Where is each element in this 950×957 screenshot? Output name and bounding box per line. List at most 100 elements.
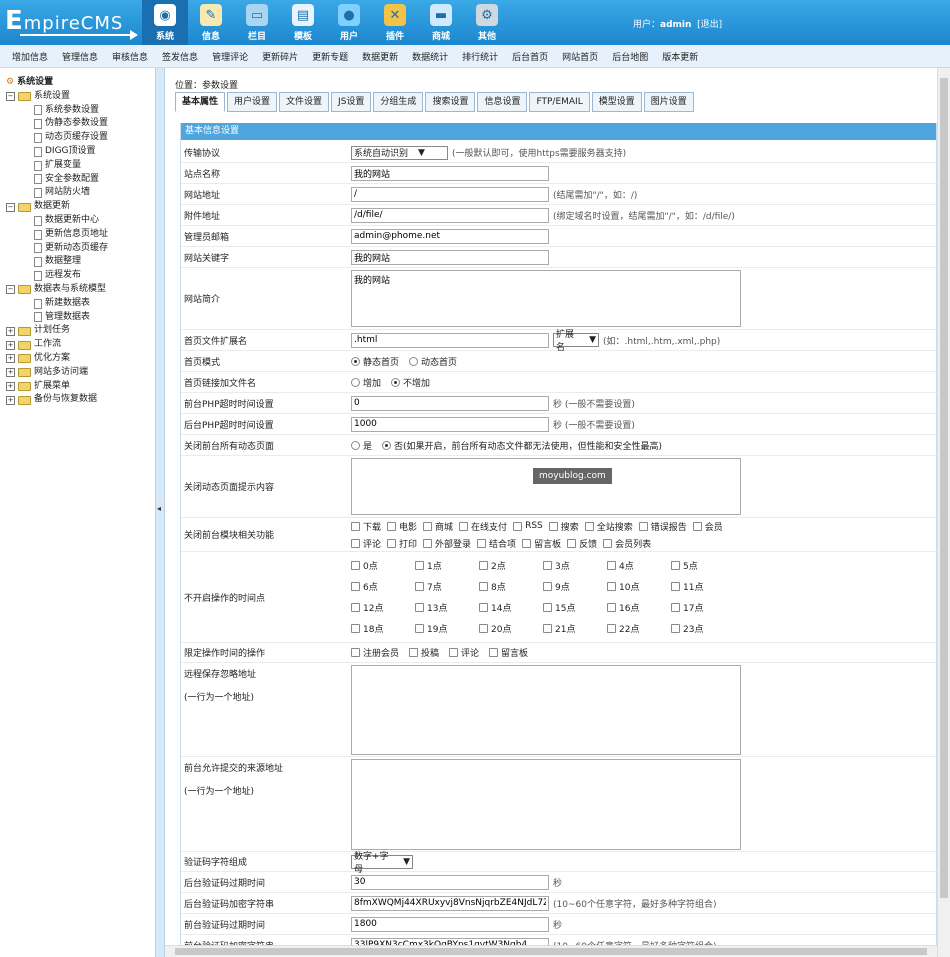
tab-4[interactable]: 分组生成 — [373, 92, 424, 112]
close_modules-checkbox[interactable]: 打印 — [387, 537, 417, 550]
quick-menu-item[interactable]: 管理信息 — [62, 50, 98, 63]
checkbox[interactable] — [387, 521, 397, 531]
sidebar-splitter[interactable]: ◂ — [155, 68, 165, 957]
expand-icon[interactable]: + — [6, 340, 15, 350]
limit_ops-checkbox[interactable]: 注册会员 — [351, 646, 399, 659]
back_captcha_key-input[interactable] — [351, 895, 549, 911]
close_modules-checkbox[interactable]: 全站搜索 — [584, 520, 633, 533]
hours-checkbox[interactable]: 8点 — [479, 580, 537, 593]
index_ext-select[interactable]: 扩展名 ▼ — [553, 330, 599, 353]
tree-group[interactable]: − 数据更新 — [6, 200, 155, 214]
quick-menu-item[interactable]: 更新碎片 — [262, 50, 298, 63]
close_modules-checkbox[interactable]: 留言板 — [522, 537, 561, 550]
email-input[interactable] — [351, 228, 549, 244]
hours-checkbox[interactable]: 7点 — [415, 580, 473, 593]
hours-checkbox[interactable]: 10点 — [607, 580, 665, 593]
close_modules-checkbox[interactable]: 会员 — [692, 520, 723, 533]
hours-checkbox[interactable]: 2点 — [479, 559, 537, 572]
index_ext-input[interactable] — [351, 332, 549, 348]
close_modules-checkbox[interactable]: 下载 — [351, 520, 381, 533]
checkbox[interactable] — [603, 538, 613, 548]
hours-checkbox[interactable]: 0点 — [351, 559, 409, 572]
expand-icon[interactable]: + — [6, 326, 15, 336]
close_modules-checkbox[interactable]: 搜索 — [548, 520, 579, 533]
close_dynamic-opt2[interactable]: 否(如果开启，前台所有动态文件都无法使用，但性能和安全性最高) — [382, 439, 662, 452]
intro-textarea[interactable]: 我的网站 — [351, 270, 741, 327]
quick-menu-item[interactable]: 更新专题 — [312, 50, 348, 63]
checkbox[interactable] — [548, 521, 558, 531]
tree-item[interactable]: 数据整理 — [34, 255, 155, 269]
hours-checkbox[interactable]: 13点 — [415, 601, 473, 614]
back_timeout-input[interactable] — [351, 416, 549, 432]
hours-checkbox[interactable]: 21点 — [543, 622, 601, 635]
radio-button[interactable] — [351, 377, 360, 387]
index_link-opt1[interactable]: 增加 — [351, 376, 381, 389]
tree-item[interactable]: DIGG顶设置 — [34, 145, 155, 159]
hours-checkbox[interactable]: 15点 — [543, 601, 601, 614]
tree-item[interactable]: 系统参数设置 — [34, 104, 155, 118]
collapse-icon[interactable]: − — [6, 92, 15, 102]
expand-icon[interactable]: + — [6, 368, 15, 378]
checkbox[interactable] — [584, 521, 594, 531]
tree-root[interactable]: ⚙ 系统设置 — [6, 76, 155, 90]
checkbox[interactable] — [415, 603, 424, 612]
close_tip-textarea[interactable] — [351, 458, 741, 515]
close_modules-checkbox[interactable]: 结合项 — [477, 537, 516, 550]
checkbox[interactable] — [409, 648, 419, 657]
tab-1[interactable]: 用户设置 — [227, 92, 278, 112]
tree-item[interactable]: 伪静态参数设置 — [34, 117, 155, 131]
quick-menu-item[interactable]: 增加信息 — [12, 50, 48, 63]
hours-checkbox[interactable]: 23点 — [671, 622, 729, 635]
nav-item-6[interactable]: ▬ 商城 — [418, 0, 464, 45]
index_mode-opt1[interactable]: 静态首页 — [351, 355, 399, 368]
tree-item[interactable]: 网站防火墙 — [34, 186, 155, 200]
nav-item-4[interactable]: ● 用户 — [326, 0, 372, 45]
site_url-input[interactable] — [351, 186, 549, 202]
checkbox[interactable] — [479, 603, 488, 612]
site_name-input[interactable] — [351, 165, 549, 181]
tab-8[interactable]: 模型设置 — [591, 92, 642, 112]
close_modules-checkbox[interactable]: 商城 — [423, 520, 453, 533]
tree-item[interactable]: 新建数据表 — [34, 297, 155, 311]
collapse-icon[interactable]: − — [6, 202, 15, 212]
captcha_chars-select[interactable]: 数字+字母 ▼ — [351, 852, 413, 875]
checkbox[interactable] — [351, 521, 360, 531]
nav-item-0[interactable]: ◉ 系统 — [142, 0, 188, 45]
checkbox[interactable] — [543, 561, 552, 570]
checkbox[interactable] — [607, 624, 616, 633]
checkbox[interactable] — [543, 624, 552, 633]
checkbox[interactable] — [543, 603, 552, 612]
close_modules-checkbox[interactable]: 会员列表 — [603, 537, 651, 550]
checkbox[interactable] — [415, 624, 424, 633]
expand-icon[interactable]: + — [6, 395, 15, 405]
checkbox[interactable] — [351, 603, 360, 612]
quick-menu-item[interactable]: 排行统计 — [462, 50, 498, 63]
checkbox[interactable] — [671, 624, 680, 633]
hours-checkbox[interactable]: 1点 — [415, 559, 473, 572]
close_modules-checkbox[interactable]: RSS — [513, 520, 543, 533]
checkbox[interactable] — [607, 603, 616, 612]
checkbox[interactable] — [638, 521, 648, 531]
close_dynamic-opt1[interactable]: 是 — [351, 439, 372, 452]
radio-button[interactable] — [391, 377, 401, 387]
checkbox[interactable] — [567, 538, 577, 548]
hours-checkbox[interactable]: 12点 — [351, 601, 409, 614]
checkbox[interactable] — [692, 521, 702, 531]
checkbox[interactable] — [671, 582, 680, 591]
radio-button[interactable] — [382, 440, 392, 450]
tab-2[interactable]: 文件设置 — [279, 92, 330, 112]
tree-item[interactable]: 数据更新中心 — [34, 214, 155, 228]
checkbox[interactable] — [513, 521, 523, 531]
checkbox[interactable] — [489, 648, 499, 657]
nav-item-1[interactable]: ✎ 信息 — [188, 0, 234, 45]
logout-link[interactable]: [退出] — [697, 20, 722, 30]
checkbox[interactable] — [459, 521, 469, 531]
nav-item-7[interactable]: ⚙ 其他 — [464, 0, 510, 45]
tree-group[interactable]: − 系统设置 — [6, 90, 155, 104]
quick-menu-item[interactable]: 后台地图 — [612, 50, 648, 63]
protocol-select[interactable]: 系统自动识别 ▼ — [351, 145, 448, 160]
hours-checkbox[interactable]: 5点 — [671, 559, 729, 572]
checkbox[interactable] — [479, 561, 488, 570]
tree-item[interactable]: 动态页缓存设置 — [34, 131, 155, 145]
tree-group[interactable]: + 网站多访问端 — [6, 366, 155, 380]
